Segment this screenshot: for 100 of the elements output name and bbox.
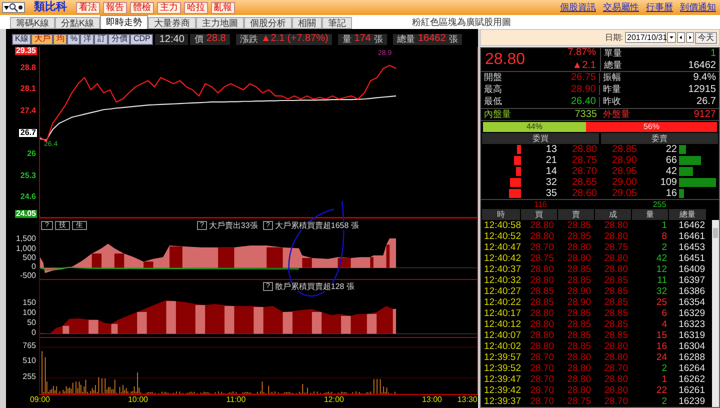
- stat-label: 最低: [484, 97, 502, 107]
- note-text: 散戶累積買賣超128 張: [274, 282, 354, 290]
- tab[interactable]: 主力地圖: [196, 17, 244, 29]
- axis-label: 0: [30, 263, 37, 271]
- trade-cell-text: 28.80: [529, 308, 555, 318]
- trade-cell-text: 28.80: [566, 364, 592, 374]
- trade-cell-text: 28.85: [566, 342, 592, 352]
- scrollbar[interactable]: [712, 220, 719, 407]
- chart-toolbar-button[interactable]: 洋: [80, 34, 94, 44]
- chart-toolbar-button[interactable]: K線: [12, 34, 32, 44]
- trade-cell-text: 28.80: [603, 342, 629, 352]
- stat-label: 單量: [604, 48, 622, 58]
- toolbar-button[interactable]: 哈拉: [184, 2, 208, 14]
- header-link[interactable]: 行事曆: [646, 3, 673, 12]
- outer-volume-label: 外盤量: [603, 110, 630, 120]
- today-button[interactable]: 今天: [695, 32, 717, 44]
- chart-toolbar-button[interactable]: 分價: [108, 34, 130, 44]
- bid-bar: [516, 167, 521, 176]
- dot-icon[interactable]: [18, 5, 23, 10]
- trade-cell-text: 12:39:47: [483, 374, 521, 384]
- stat-value: 16462: [688, 60, 716, 70]
- trade-cell-text: 28.85: [566, 232, 592, 242]
- trade-cell-text: 12:40:52: [483, 232, 521, 242]
- trade-cell-text: 6: [660, 308, 668, 318]
- trade-cell-text: 28.85: [603, 286, 629, 296]
- trade-cell-text: 12:40:12: [483, 320, 521, 330]
- header-link[interactable]: 個股資訊: [560, 3, 596, 12]
- price-axis-label: 26: [26, 150, 37, 158]
- header-link[interactable]: 到價通知: [680, 3, 716, 12]
- tab[interactable]: 籌碼K線: [10, 17, 56, 29]
- toolbar-button[interactable]: 看法: [76, 2, 100, 14]
- bid-quantity: 14: [544, 166, 558, 176]
- toolbar-button[interactable]: 報告: [103, 2, 127, 14]
- header-link[interactable]: 交易屬性: [603, 3, 639, 12]
- chart-toolbar-button[interactable]: 訂: [94, 34, 108, 44]
- trade-cell-text: 28.80: [529, 320, 555, 330]
- toolbar-button[interactable]: 亂報: [211, 2, 235, 14]
- chart-toolbar-button[interactable]: 大戶: [31, 34, 54, 44]
- tab[interactable]: 筆記: [322, 17, 352, 29]
- trade-cell-text: 16453: [678, 242, 706, 252]
- search-icon[interactable]: [9, 3, 18, 12]
- trade-cell-text: 28.80: [566, 242, 592, 252]
- tab[interactable]: 大量券商: [148, 17, 196, 29]
- trade-cell-text: 2: [660, 242, 668, 252]
- trade-cell-text: 28.80: [566, 374, 592, 384]
- previous-icon[interactable]: [677, 32, 685, 43]
- time-axis-label: 09:00: [30, 396, 50, 404]
- ask-bar: [679, 178, 716, 187]
- trade-cell-text: 32: [655, 286, 668, 296]
- trade-cell-text: 12:40:37: [483, 264, 521, 274]
- trade-cell-text: 28.70: [529, 396, 555, 406]
- trade-cell-text: 28.85: [603, 298, 629, 308]
- trade-cell-text: 16304: [678, 342, 706, 352]
- trade-cell-text: 16329: [678, 308, 706, 318]
- tab[interactable]: 分點K線: [55, 17, 100, 29]
- toolbar-button[interactable]: 主力: [157, 2, 181, 14]
- trade-cell-text: 2: [660, 396, 668, 406]
- bid-total: 116: [533, 200, 548, 208]
- bid-quantity: 32: [544, 178, 558, 188]
- unit-label: 張: [448, 34, 458, 44]
- trade-cell-text: 22: [655, 386, 668, 396]
- tab[interactable]: 個股分析: [244, 17, 292, 29]
- trade-cell-text: 16323: [678, 320, 706, 330]
- caret-icon[interactable]: [667, 32, 676, 43]
- trade-cell-text: 28.85: [603, 320, 629, 330]
- trade-cell-text: 28.70: [529, 242, 555, 252]
- trade-cell-text: 16451: [678, 254, 706, 264]
- price-axis-label: 24.05: [14, 210, 37, 218]
- axis-label: 1,500: [14, 235, 37, 243]
- price-axis-label: 28.1: [19, 85, 37, 94]
- trade-cell-text: 28.80: [603, 352, 629, 362]
- stat-value: 28.90: [570, 85, 596, 95]
- trade-cell-text: 28.75: [529, 254, 555, 264]
- column-header: 委賣: [601, 133, 718, 144]
- trade-cell-text: 16354: [678, 298, 706, 308]
- chart-toolbar-button[interactable]: 均: [53, 34, 68, 44]
- next-icon[interactable]: [686, 32, 694, 43]
- trade-cell-text: 28.80: [529, 342, 555, 352]
- ask-bar: [679, 156, 702, 165]
- trade-cell-text: 28.85: [566, 330, 592, 340]
- date-field[interactable]: 2017/10/31: [625, 32, 666, 43]
- axis-label: -500: [18, 272, 37, 280]
- time-axis-label: 11:00: [226, 396, 246, 404]
- trade-cell-text: 12:39:42: [483, 386, 521, 396]
- trade-cell-text: 16262: [678, 374, 706, 384]
- chart-toolbar-button[interactable]: %: [67, 34, 80, 44]
- stat-label: 最高: [484, 85, 502, 95]
- bid-price: 28.70: [570, 166, 598, 176]
- info-value: 174: [354, 34, 371, 44]
- ask-quantity: 66: [664, 156, 678, 166]
- tab[interactable]: 即時走勢: [100, 15, 148, 29]
- column-header: 成: [595, 209, 631, 220]
- column-header: 買: [521, 209, 557, 220]
- tab[interactable]: 相關: [292, 17, 322, 29]
- inner-volume-value: 7335: [574, 110, 597, 120]
- stat-value: 26.75: [570, 73, 596, 83]
- stat-value: 1: [710, 48, 716, 58]
- toolbar-button[interactable]: 體檢: [130, 2, 154, 14]
- caret-icon[interactable]: [4, 6, 9, 10]
- chart-toolbar-button[interactable]: CDP: [130, 34, 154, 44]
